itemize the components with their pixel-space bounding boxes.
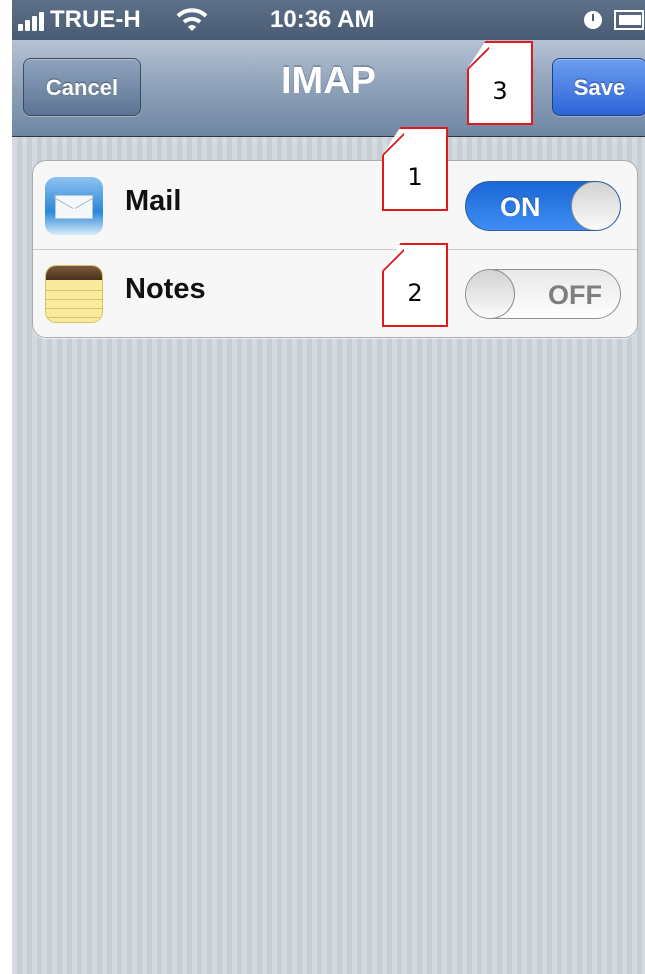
settings-group: Mail ON Notes OFF bbox=[32, 160, 638, 338]
mail-row: Mail ON bbox=[33, 161, 637, 250]
phone-screen: TRUE-H 10:36 AM Cancel IMAP Save Mail ON bbox=[12, 0, 645, 974]
status-bar: TRUE-H 10:36 AM bbox=[12, 0, 645, 40]
callout-number: 3 bbox=[492, 77, 508, 105]
battery-icon bbox=[614, 10, 644, 30]
mail-toggle-label: ON bbox=[500, 192, 541, 222]
status-time: 10:36 AM bbox=[270, 6, 375, 33]
notes-label: Notes bbox=[125, 273, 206, 305]
mail-label: Mail bbox=[125, 185, 182, 217]
notes-icon bbox=[45, 265, 103, 323]
mail-toggle-switch[interactable]: ON bbox=[465, 181, 621, 231]
mail-toggle-knob[interactable] bbox=[571, 182, 620, 230]
carrier-name: TRUE-H bbox=[50, 6, 141, 33]
save-button[interactable]: Save bbox=[552, 58, 645, 116]
mail-icon bbox=[45, 177, 103, 235]
notes-row: Notes OFF bbox=[33, 249, 637, 337]
notes-toggle-switch[interactable]: OFF bbox=[465, 269, 621, 319]
clock-icon bbox=[584, 11, 602, 29]
notes-toggle-label: OFF bbox=[548, 280, 602, 310]
callout-number: 2 bbox=[407, 279, 423, 307]
wifi-icon bbox=[176, 8, 208, 31]
signal-icon bbox=[18, 11, 52, 31]
page-title: IMAP bbox=[281, 60, 376, 102]
notes-toggle-knob[interactable] bbox=[466, 270, 515, 318]
callout-number: 1 bbox=[407, 163, 423, 191]
navigation-bar: Cancel IMAP Save bbox=[12, 40, 645, 137]
